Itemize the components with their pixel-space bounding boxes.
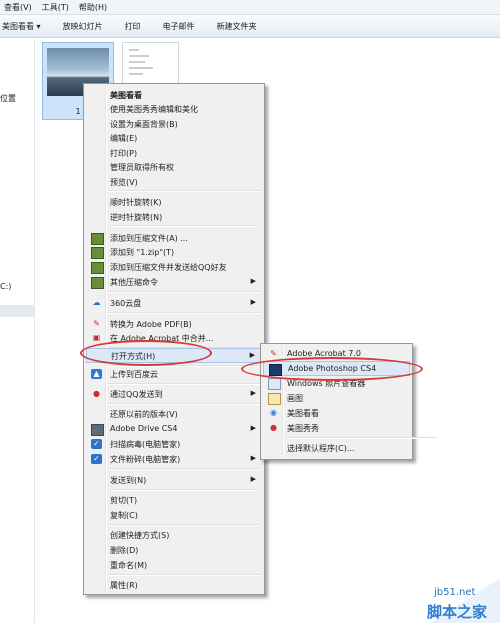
menu-item-acrobat-merge[interactable]: ▣ 在 Adobe Acrobat 中合并... [86, 331, 262, 345]
menu-item-add-archive[interactable]: 添加到压缩文件(A) ... [86, 231, 262, 245]
menu-item-delete[interactable]: 删除(D) [86, 543, 262, 557]
submenu-item-choose-default[interactable]: 选择默认程序(C)... [263, 441, 410, 455]
menu-item-take-ownership[interactable]: 管理员取得所有权 [86, 160, 262, 174]
menu-item-meitu-view[interactable]: 美图看看 [86, 88, 262, 102]
submenu-item-paint[interactable]: 画图 [263, 391, 410, 405]
baidu-cloud-icon: ▲ [91, 369, 102, 379]
menu-item-cut[interactable]: 剪切(T) [86, 493, 262, 507]
menu-item-send-qq[interactable]: ● 通过QQ发送到 ▶ [86, 387, 262, 401]
chevron-right-icon: ▶ [250, 277, 256, 285]
menu-item-preview[interactable]: 预览(V) [86, 175, 262, 189]
menu-item-360-cloud[interactable]: ☁ 360云盘 ▶ [86, 296, 262, 310]
qq-icon: ● [93, 389, 100, 398]
meitu-xiuxiu-icon: ● [270, 423, 277, 432]
chevron-right-icon: ▶ [250, 298, 256, 306]
menu-item-meitu-edit[interactable]: 使用美图秀秀编辑和美化 [86, 102, 262, 116]
submenu-item-acrobat[interactable]: ✎ Adobe Acrobat 7.0 [263, 347, 410, 361]
menu-bar: 查看(V) 工具(T) 帮助(H) [0, 0, 500, 15]
menu-item-shred-file[interactable]: ✓ 文件粉碎(电脑管家) ▶ [86, 452, 262, 466]
cloud-icon: ☁ [92, 298, 101, 307]
file-thumbnail[interactable] [122, 42, 179, 89]
menu-item-upload-baidu[interactable]: ▲ 上传到百度云 [86, 367, 262, 381]
adobe-drive-icon [91, 424, 104, 436]
watermark-site: jb51.net [434, 587, 476, 598]
menu-item-edit[interactable]: 编辑(E) [86, 131, 262, 145]
winrar-icon [91, 262, 104, 274]
menu-item-create-shortcut[interactable]: 创建快捷方式(S) [86, 528, 262, 542]
winrar-icon [91, 233, 104, 245]
chevron-right-icon: ▶ [250, 389, 256, 397]
photo-viewer-icon [268, 378, 281, 390]
menu-item-rotate-cw[interactable]: 顺时针旋转(K) [86, 195, 262, 209]
nav-selection [0, 305, 34, 317]
shield-icon: ✓ [91, 454, 102, 464]
watermark-brand: 脚本之家 [427, 603, 488, 621]
print-button[interactable]: 打印 [114, 21, 152, 32]
pdf-icon: ✎ [93, 319, 100, 328]
menu-item-convert-pdf[interactable]: ✎ 转换为 Adobe PDF(B) [86, 317, 262, 331]
chevron-right-icon: ▶ [249, 351, 255, 359]
menu-item-open-with[interactable]: 打开方式(H) ▶ [86, 348, 262, 363]
email-button[interactable]: 电子邮件 [152, 21, 206, 32]
menu-item-add-zip[interactable]: 添加到 "1.zip"(T) [86, 245, 262, 259]
menu-help[interactable]: 帮助(H) [73, 2, 111, 13]
toolbar: 美图看看 ▾ 放映幻灯片 打印 电子邮件 新建文件夹 [0, 15, 500, 38]
menu-item-adobe-drive[interactable]: Adobe Drive CS4 ▶ [86, 422, 262, 436]
nav-item-drive[interactable]: C:) [0, 282, 11, 291]
acrobat-icon: ▣ [92, 333, 101, 342]
open-with-meitu-button[interactable]: 美图看看 ▾ [0, 21, 52, 32]
new-folder-button[interactable]: 新建文件夹 [206, 21, 268, 32]
winrar-icon [91, 277, 104, 289]
menu-item-scan-virus[interactable]: ✓ 扫描病毒(电脑管家) [86, 437, 262, 451]
submenu-item-meitu-xiuxiu[interactable]: ● 美图秀秀 [263, 421, 410, 435]
chevron-right-icon: ▶ [250, 454, 256, 462]
submenu-item-photoshop[interactable]: Adobe Photoshop CS4 [263, 361, 410, 376]
menu-view[interactable]: 查看(V) [0, 2, 36, 13]
menu-item-restore-versions[interactable]: 还原以前的版本(V) [86, 407, 262, 421]
context-menu: 美图看看 使用美图秀秀编辑和美化 设置为桌面背景(B) 编辑(E) 打印(P) … [83, 83, 265, 595]
acrobat-icon: ✎ [270, 349, 277, 358]
shield-icon: ✓ [91, 439, 102, 449]
open-with-submenu: ✎ Adobe Acrobat 7.0 Adobe Photoshop CS4 … [260, 343, 437, 460]
menu-item-other-compress[interactable]: 其他压缩命令 ▶ [86, 275, 262, 289]
menu-item-archive-send-qq[interactable]: 添加到压缩文件并发送给QQ好友 [86, 260, 262, 274]
chevron-right-icon: ▶ [250, 475, 256, 483]
menu-item-rotate-ccw[interactable]: 逆时针旋转(N) [86, 210, 262, 224]
navigation-pane: 位置 C:) [0, 38, 35, 623]
submenu-item-photo-viewer[interactable]: Windows 照片查看器 [263, 376, 410, 390]
photoshop-icon [269, 364, 282, 376]
chevron-right-icon: ▶ [250, 424, 256, 432]
winrar-icon [91, 247, 104, 259]
menu-item-send-to[interactable]: 发送到(N) ▶ [86, 473, 262, 487]
menu-item-properties[interactable]: 属性(R) [86, 578, 262, 592]
menu-item-set-wallpaper[interactable]: 设置为桌面背景(B) [86, 117, 262, 131]
paint-icon [268, 393, 281, 405]
slideshow-button[interactable]: 放映幻灯片 [52, 21, 114, 32]
nav-item-location[interactable]: 位置 [0, 93, 16, 104]
menu-item-copy[interactable]: 复制(C) [86, 508, 262, 522]
menu-tools[interactable]: 工具(T) [36, 2, 73, 13]
meitu-view-icon: ◉ [270, 408, 277, 417]
menu-item-print[interactable]: 打印(P) [86, 146, 262, 160]
submenu-item-meitu-view[interactable]: ◉ 美图看看 [263, 406, 410, 420]
menu-item-rename[interactable]: 重命名(M) [86, 558, 262, 572]
